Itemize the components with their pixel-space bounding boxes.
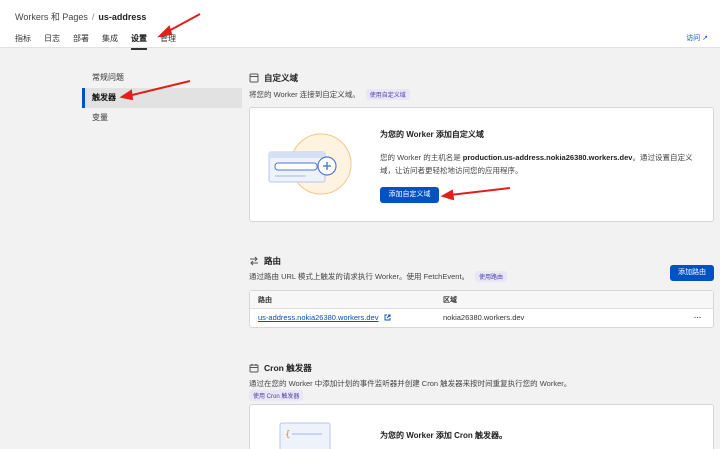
routes-table: 路由 区域 us-address.nokia26380.workers.dev … xyxy=(249,290,714,328)
cron-illustration: { xyxy=(279,422,331,449)
sidebar-item-triggers[interactable]: 触发器 xyxy=(82,88,242,108)
tab-logs[interactable]: 日志 xyxy=(44,33,60,50)
add-custom-domain-button[interactable]: 添加自定义域 xyxy=(380,187,439,203)
custom-domain-illustration xyxy=(268,133,352,195)
custom-domains-heading: 自定义域 xyxy=(249,72,298,84)
tab-integrations[interactable]: 集成 xyxy=(102,33,118,50)
tab-bar: 指标 日志 部署 集成 设置 管理 xyxy=(15,33,189,50)
visit-link[interactable]: 访问 ↗ xyxy=(686,33,708,43)
external-link-icon[interactable] xyxy=(384,314,391,321)
routes-heading: 路由 xyxy=(249,255,281,267)
column-header-zone: 区域 xyxy=(443,297,457,304)
zone-cell: nokia26380.workers.dev xyxy=(443,313,525,322)
routes-title: 路由 xyxy=(264,256,282,266)
cron-heading: Cron 触发器 xyxy=(249,362,312,374)
routes-table-header: 路由 区域 xyxy=(250,291,713,309)
routes-doc-link[interactable]: 使用路由 xyxy=(475,271,508,282)
breadcrumb: Workers 和 Pages / us-address xyxy=(15,10,146,23)
tab-deployments[interactable]: 部署 xyxy=(73,33,89,50)
custom-domains-title: 自定义域 xyxy=(264,73,299,83)
route-arrows-icon xyxy=(250,256,258,266)
route-cell: us-address.nokia26380.workers.dev xyxy=(258,313,391,322)
cron-doc-link[interactable]: 使用 Cron 触发器 xyxy=(249,390,304,401)
worker-hostname: production.us-address.nokia26380.workers… xyxy=(462,153,633,162)
cron-card: { 为您的 Worker 添加 Cron 触发器。 xyxy=(249,404,714,449)
breadcrumb-separator: / xyxy=(91,12,95,22)
routes-desc: 通过路由 URL 模式上触发的请求执行 Worker。使用 FetchEvent… xyxy=(249,271,508,282)
row-more-menu[interactable]: ··· xyxy=(694,313,702,322)
routes-desc-text: 通过路由 URL 模式上触发的请求执行 Worker。使用 FetchEvent… xyxy=(249,272,470,281)
cron-desc: 通过在您的 Worker 中添加计划的事件监听器并创建 Cron 触发器来按时间… xyxy=(249,378,571,389)
custom-domains-card: 为您的 Worker 添加自定义域 您的 Worker 的主机名是 produc… xyxy=(249,107,714,222)
table-row: us-address.nokia26380.workers.dev nokia2… xyxy=(250,309,713,329)
tab-manage[interactable]: 管理 xyxy=(160,33,176,50)
breadcrumb-current: us-address xyxy=(98,12,147,22)
calendar-icon xyxy=(249,364,259,373)
cron-title: Cron 触发器 xyxy=(264,363,312,373)
add-route-button[interactable]: 添加路由 xyxy=(670,265,714,281)
column-header-route: 路由 xyxy=(258,297,272,304)
settings-sidebar: 常规问题 触发器 变量 xyxy=(82,68,242,128)
cron-card-title: 为您的 Worker 添加 Cron 触发器。 xyxy=(380,431,507,440)
svg-text:{: { xyxy=(285,430,290,440)
custom-domains-card-text: 您的 Worker 的主机名是 production.us-address.no… xyxy=(380,151,705,177)
sidebar-item-variables[interactable]: 变量 xyxy=(82,108,242,128)
custom-domains-desc-text: 将您的 Worker 连接到自定义域。 xyxy=(249,90,360,99)
hostname-prefix: 您的 Worker 的主机名是 xyxy=(380,153,461,162)
top-header: Workers 和 Pages / us-address 指标 日志 部署 集成 设… xyxy=(0,0,720,50)
tab-settings[interactable]: 设置 xyxy=(131,33,147,50)
sidebar-item-general[interactable]: 常规问题 xyxy=(82,68,242,88)
breadcrumb-root[interactable]: Workers 和 Pages xyxy=(15,12,88,22)
custom-domains-doc-link[interactable]: 使用自定义域 xyxy=(365,89,410,100)
custom-domains-card-title: 为您的 Worker 添加自定义域 xyxy=(380,130,484,139)
route-link[interactable]: us-address.nokia26380.workers.dev xyxy=(258,313,378,322)
cron-doc-row: 使用 Cron 触发器 xyxy=(243,390,304,401)
custom-domains-desc: 将您的 Worker 连接到自定义域。 使用自定义域 xyxy=(249,89,410,100)
cron-desc-text: 通过在您的 Worker 中添加计划的事件监听器并创建 Cron 触发器来按时间… xyxy=(249,379,572,388)
globe-icon xyxy=(249,73,259,83)
tab-metrics[interactable]: 指标 xyxy=(15,33,31,50)
